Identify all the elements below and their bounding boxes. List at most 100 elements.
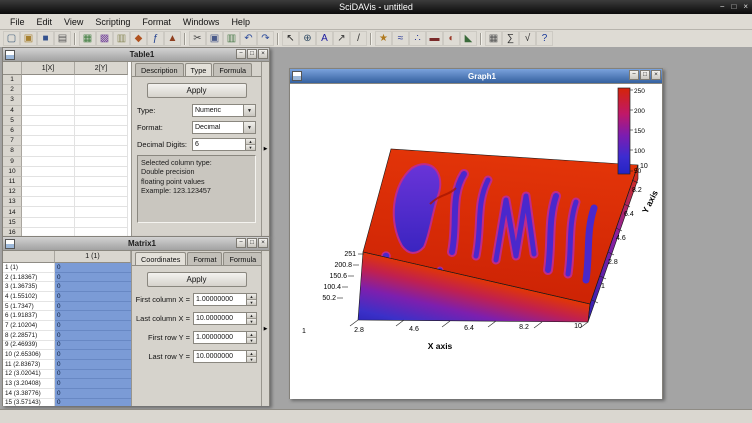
spin-down-icon[interactable]: ▼ (247, 357, 256, 362)
new-note-button[interactable]: ▥ (113, 31, 130, 46)
graph1-close-button[interactable]: × (651, 70, 661, 80)
table-cell[interactable] (75, 126, 128, 136)
matrix1-minimize-button[interactable]: − (236, 238, 246, 248)
table-cell[interactable] (22, 177, 75, 187)
row-number[interactable]: 8 (3, 146, 22, 156)
row-number[interactable]: 15 (3, 218, 22, 228)
matrix1-restore-button[interactable]: □ (247, 238, 257, 248)
table-cell[interactable] (22, 116, 75, 126)
new-project-button[interactable]: ▢ (3, 31, 20, 46)
cut-button[interactable]: ✂ (189, 31, 206, 46)
row-number[interactable]: 4 (3, 106, 22, 116)
matrix-column-header[interactable]: 1 (1) (55, 251, 131, 263)
zoom-in-button[interactable]: ⊕ (299, 31, 316, 46)
table-cell[interactable] (75, 228, 128, 236)
panel-collapse-handle[interactable]: ▶ (261, 251, 269, 406)
table-cell[interactable] (75, 75, 128, 85)
matrix-row-label[interactable]: 8 (2.28571) (3, 331, 55, 341)
table-cell[interactable] (22, 218, 75, 228)
table-cell[interactable] (22, 228, 75, 236)
plot-area-button[interactable]: ◣ (460, 31, 477, 46)
apply-button[interactable]: Apply (147, 272, 247, 287)
column-panel-tab[interactable]: Type (185, 63, 213, 76)
table-cell[interactable] (75, 207, 128, 217)
menu-item[interactable]: Format (136, 14, 177, 29)
undo-button[interactable]: ↶ (240, 31, 257, 46)
new-graph-button[interactable]: ◆ (130, 31, 147, 46)
table-cell[interactable] (75, 136, 128, 146)
plot-scatter-button[interactable]: ∴ (409, 31, 426, 46)
graph1-titlebar[interactable]: Graph1 − □ × (290, 69, 662, 84)
row-number[interactable]: 9 (3, 157, 22, 167)
table-cell[interactable] (22, 85, 75, 95)
plot-wizard-button[interactable]: ★ (375, 31, 392, 46)
row-number[interactable]: 5 (3, 116, 22, 126)
matrix-row-label[interactable]: 1 (1) (3, 263, 55, 273)
table1-restore-button[interactable]: □ (247, 49, 257, 59)
matrix-cell-selected[interactable]: 0 (55, 399, 131, 406)
matrix-row-label[interactable]: 11 (2.83673) (3, 360, 55, 370)
format-combobox[interactable]: Decimal ▼ (192, 121, 256, 134)
matrix-cell-selected[interactable]: 0 (55, 321, 131, 331)
table-cell[interactable] (22, 197, 75, 207)
row-number[interactable]: 10 (3, 167, 22, 177)
pointer-button[interactable]: ↖ (282, 31, 299, 46)
table-cell[interactable] (22, 187, 75, 197)
paste-button[interactable]: ▥ (223, 31, 240, 46)
table-column-header-y[interactable]: 2[Y] (75, 62, 128, 75)
table-cell[interactable] (22, 126, 75, 136)
close-icon[interactable]: × (743, 0, 748, 14)
surface-3d-plot[interactable]: 251 200.8 150.6 100.4 50.2 1 2.8 4.6 6.4… (290, 84, 658, 398)
draw-line-button[interactable]: / (350, 31, 367, 46)
matrix-cell-selected[interactable]: 0 (55, 360, 131, 370)
table-cell[interactable] (22, 136, 75, 146)
table-cell[interactable] (75, 146, 128, 156)
table-cell[interactable] (22, 95, 75, 105)
row-number[interactable]: 11 (3, 177, 22, 187)
save-project-button[interactable]: ■ (37, 31, 54, 46)
plot-line-button[interactable]: ≈ (392, 31, 409, 46)
matrix-row-label[interactable]: 15 (3.57143) (3, 399, 55, 406)
table-cell[interactable] (22, 167, 75, 177)
menu-item[interactable]: Edit (31, 14, 59, 29)
menu-item[interactable]: Help (225, 14, 256, 29)
row-number[interactable]: 2 (3, 85, 22, 95)
graph1-restore-button[interactable]: □ (640, 70, 650, 80)
matrix-cell-selected[interactable]: 0 (55, 389, 131, 399)
spin-down-icon[interactable]: ▼ (246, 145, 255, 150)
chevron-down-icon[interactable]: ▼ (243, 105, 255, 116)
sum-button[interactable]: ∑ (502, 31, 519, 46)
coordinate-spinbox[interactable]: 1.00000000 ▲▼ (193, 331, 257, 344)
coordinate-spinbox[interactable]: 10.0000000 ▲▼ (193, 312, 257, 325)
matrix-row-header-corner[interactable] (3, 251, 55, 263)
matrix-row-label[interactable]: 6 (1.91837) (3, 311, 55, 321)
chevron-down-icon[interactable]: ▼ (243, 122, 255, 133)
panel-collapse-handle[interactable]: ▶ (261, 62, 269, 236)
spin-down-icon[interactable]: ▼ (247, 319, 256, 324)
column-panel-tab[interactable]: Formula (213, 63, 252, 76)
row-number[interactable]: 14 (3, 207, 22, 217)
matrix1-titlebar[interactable]: Matrix1 − □ × (3, 237, 269, 251)
matrix-cell-selected[interactable]: 0 (55, 302, 131, 312)
table-cell[interactable] (75, 157, 128, 167)
table1-close-button[interactable]: × (258, 49, 268, 59)
table-cell[interactable] (75, 167, 128, 177)
matrix-cell-selected[interactable]: 0 (55, 263, 131, 273)
plot-pie-button[interactable]: ◐ (443, 31, 460, 46)
menu-item[interactable]: Windows (177, 14, 226, 29)
app-titlebar[interactable]: SciDAVis - untitled − □ × (0, 0, 752, 14)
matrix-panel-tab[interactable]: Coordinates (135, 252, 186, 265)
redo-button[interactable]: ↷ (257, 31, 274, 46)
matrix-row-label[interactable]: 14 (3.38776) (3, 389, 55, 399)
matrix-cell-selected[interactable]: 0 (55, 370, 131, 380)
table1-titlebar[interactable]: Table1 − □ × (3, 48, 269, 62)
matrix-row-label[interactable]: 2 (1.18367) (3, 273, 55, 283)
row-number[interactable]: 3 (3, 95, 22, 105)
plot-bar-button[interactable]: ▬ (426, 31, 443, 46)
coordinate-spinbox[interactable]: 10.0000000 ▲▼ (193, 350, 257, 363)
table-cell[interactable] (75, 218, 128, 228)
new-table-button[interactable]: ▦ (79, 31, 96, 46)
matrix-cell-selected[interactable]: 0 (55, 331, 131, 341)
type-combobox[interactable]: Numeric ▼ (192, 104, 256, 117)
table-cell[interactable] (75, 85, 128, 95)
